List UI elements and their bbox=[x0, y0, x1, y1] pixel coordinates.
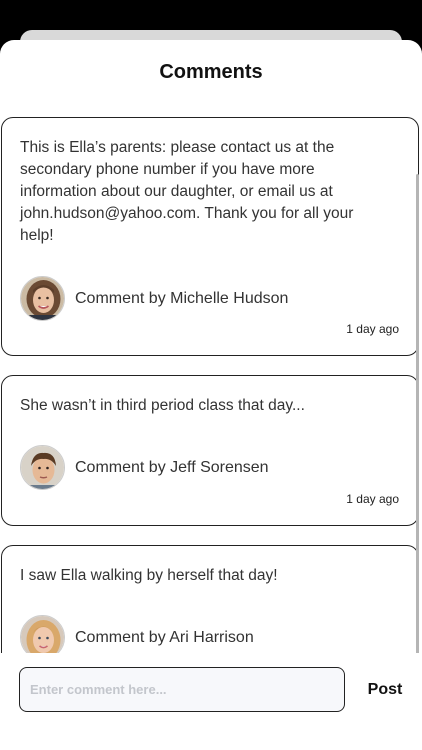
post-button[interactable]: Post bbox=[358, 677, 412, 703]
comment-timestamp: 1 day ago bbox=[346, 322, 399, 336]
author-name: Comment by Jeff Sorensen bbox=[75, 458, 269, 476]
comment-author: Comment by Michelle Hudson bbox=[20, 276, 288, 321]
comment-card: I saw Ella walking by herself that day! … bbox=[1, 545, 419, 653]
avatar bbox=[20, 445, 65, 490]
page-title: Comments bbox=[159, 61, 263, 83]
comment-text: This is Ella’s parents: please contact u… bbox=[20, 139, 354, 244]
comments-sheet: Comments This is Ella’s parents: please … bbox=[0, 40, 422, 750]
comment-author: Comment by Jeff Sorensen bbox=[20, 445, 269, 490]
comment-input[interactable] bbox=[19, 667, 345, 712]
comment-composer: Post bbox=[0, 653, 422, 750]
author-name: Comment by Michelle Hudson bbox=[75, 289, 289, 307]
avatar bbox=[20, 276, 65, 321]
comment-list[interactable]: This is Ella’s parents: please contact u… bbox=[0, 116, 422, 653]
author-name: Comment by Ari Harrison bbox=[75, 628, 254, 646]
comment-card: She wasn’t in third period class that da… bbox=[1, 375, 419, 526]
comment-timestamp: 1 day ago bbox=[346, 492, 399, 506]
scrollbar[interactable] bbox=[416, 174, 419, 653]
comment-author: Comment by Ari Harrison bbox=[20, 615, 254, 653]
comment-card: This is Ella’s parents: please contact u… bbox=[1, 117, 419, 356]
comment-text: I saw Ella walking by herself that day! bbox=[20, 567, 278, 584]
avatar bbox=[20, 615, 65, 653]
comment-text: She wasn’t in third period class that da… bbox=[20, 397, 305, 414]
